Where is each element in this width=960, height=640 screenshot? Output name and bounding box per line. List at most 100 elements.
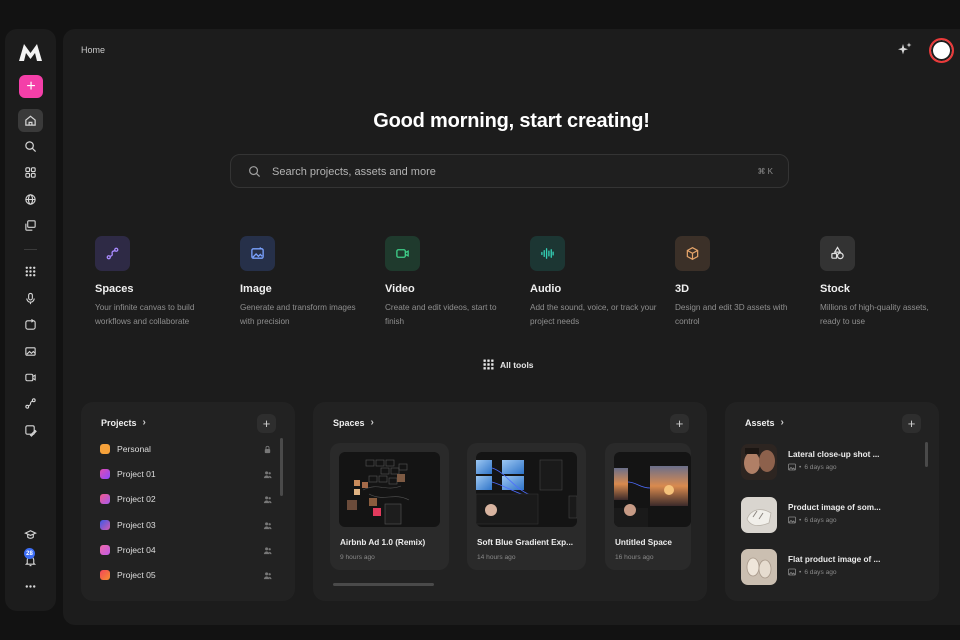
cube-icon xyxy=(675,236,710,271)
apps-icon xyxy=(25,167,36,178)
asset-title: Product image of som... xyxy=(788,503,881,512)
project-color xyxy=(100,444,110,454)
project-label: Project 02 xyxy=(117,494,156,504)
all-tools-label: All tools xyxy=(500,359,534,370)
all-tools-button[interactable]: All tools xyxy=(483,359,534,370)
add-space-button[interactable]: + xyxy=(670,414,689,433)
add-asset-button[interactable]: + xyxy=(902,414,921,433)
plus-icon: + xyxy=(26,77,36,95)
team-icon xyxy=(263,546,272,554)
grid-icon xyxy=(25,266,36,277)
search-input[interactable]: Search projects, assets and more xyxy=(272,166,436,178)
user-avatar[interactable] xyxy=(929,38,954,63)
plus-icon: + xyxy=(262,416,271,431)
project-item[interactable]: Project 02 xyxy=(100,492,272,506)
project-item[interactable]: Project 01 xyxy=(100,467,272,481)
project-item[interactable]: Personal xyxy=(100,442,272,456)
image-icon xyxy=(240,236,275,271)
space-title: Airbnb Ad 1.0 (Remix) xyxy=(340,538,426,547)
project-item[interactable]: Project 04 xyxy=(100,543,272,557)
sidebar-item-explore[interactable] xyxy=(18,188,43,211)
image-icon xyxy=(788,463,796,471)
tool-title: Audio xyxy=(530,283,562,295)
sidebar-divider xyxy=(24,249,37,250)
spaces-scrollbar[interactable] xyxy=(333,583,434,586)
sidebar-item-camera[interactable] xyxy=(18,366,43,389)
project-label: Personal xyxy=(117,444,151,454)
app-logo[interactable] xyxy=(17,41,44,63)
sidebar-item-search[interactable] xyxy=(18,135,43,158)
projects-scrollbar[interactable] xyxy=(280,438,283,496)
space-title: Untitled Space xyxy=(615,538,672,547)
image-icon xyxy=(25,347,36,356)
tool-image[interactable]: Image Generate and transform images with… xyxy=(240,236,370,329)
notification-badge: 28 xyxy=(24,548,35,559)
space-card[interactable]: Airbnb Ad 1.0 (Remix) 9 hours ago xyxy=(330,443,449,570)
page-title: Good morning, start creating! xyxy=(373,110,650,132)
sidebar-item-library[interactable] xyxy=(18,214,43,237)
add-project-button[interactable]: + xyxy=(257,414,276,433)
spaces-header[interactable]: Spaces › xyxy=(333,417,374,428)
project-item[interactable]: Project 05 xyxy=(100,568,272,582)
asset-item[interactable]: Product image of som... • 6 days ago xyxy=(741,497,921,533)
space-title: Soft Blue Gradient Exp... xyxy=(477,538,573,547)
grid-icon xyxy=(483,359,494,370)
lock-icon xyxy=(264,445,271,453)
plus-icon: + xyxy=(907,416,916,431)
tool-title: Stock xyxy=(820,283,850,295)
sidebar-item-learn[interactable] xyxy=(18,523,43,546)
tool-description: Add the sound, voice, or track your proj… xyxy=(530,303,657,326)
sidebar-item-home[interactable] xyxy=(18,109,43,132)
image-icon xyxy=(788,516,796,524)
spaces-panel: Spaces › + Airbnb Ad 1.0 (Remix) 9 hours… xyxy=(313,402,707,601)
sidebar-item-audio[interactable] xyxy=(18,287,43,310)
asset-separator: • xyxy=(799,463,802,471)
breadcrumb[interactable]: Home xyxy=(81,45,105,55)
search-bar[interactable]: Search projects, assets and more ⌘ K xyxy=(230,154,789,188)
space-card[interactable]: Untitled Space 16 hours ago xyxy=(605,443,691,570)
asset-item[interactable]: Flat product image of ... • 6 days ago xyxy=(741,549,921,585)
tool-video[interactable]: Video Create and edit videos, start to f… xyxy=(385,236,515,329)
assets-scrollbar[interactable] xyxy=(925,442,928,467)
space-card[interactable]: Soft Blue Gradient Exp... 14 hours ago xyxy=(467,443,586,570)
sidebar-item-edit[interactable] xyxy=(18,419,43,442)
tool-3d[interactable]: 3D Design and edit 3D assets with contro… xyxy=(675,236,805,329)
asset-thumbnail xyxy=(741,444,777,480)
asset-separator: • xyxy=(799,568,802,576)
main-content: Home Good morning, start creating! Searc… xyxy=(63,29,960,625)
project-color xyxy=(100,545,110,555)
space-thumbnail xyxy=(339,452,440,527)
create-button[interactable]: + xyxy=(19,75,43,98)
assets-header[interactable]: Assets › xyxy=(745,417,784,428)
tool-stock[interactable]: Stock Millions of high-quality assets, r… xyxy=(820,236,950,329)
asset-meta: • 6 days ago xyxy=(788,463,837,471)
spaces-icon xyxy=(95,236,130,271)
asset-thumbnail xyxy=(741,549,777,585)
sidebar-item-image[interactable] xyxy=(18,340,43,363)
search-shortcut: ⌘ K xyxy=(757,167,773,176)
tool-description: Create and edit videos, start to finish xyxy=(385,303,497,326)
project-label: Project 03 xyxy=(117,520,156,530)
sidebar: + 28 xyxy=(5,29,56,611)
tool-description: Design and edit 3D assets with control xyxy=(675,303,788,326)
sidebar-item-all-tools[interactable] xyxy=(18,260,43,283)
projects-header[interactable]: Projects › xyxy=(101,417,146,428)
asset-item[interactable]: Lateral close-up shot ... • 6 days ago xyxy=(741,444,921,480)
team-icon xyxy=(263,521,272,529)
microphone-icon xyxy=(26,292,35,305)
sidebar-item-more[interactable] xyxy=(18,575,43,598)
tool-description: Generate and transform images with preci… xyxy=(240,303,356,326)
sidebar-item-video-edit[interactable] xyxy=(18,313,43,336)
projects-title: Projects xyxy=(101,417,137,428)
sidebar-item-apps[interactable] xyxy=(18,161,43,184)
edit-image-icon xyxy=(25,425,37,437)
image-icon xyxy=(788,568,796,576)
project-item[interactable]: Project 03 xyxy=(100,518,272,532)
sparkle-icon[interactable] xyxy=(897,41,913,57)
asset-title: Flat product image of ... xyxy=(788,555,881,564)
tool-title: 3D xyxy=(675,283,690,295)
tool-spaces[interactable]: Spaces Your infinite canvas to build wor… xyxy=(95,236,225,329)
tool-description: Millions of high-quality assets, ready t… xyxy=(820,303,929,326)
tool-audio[interactable]: Audio Add the sound, voice, or track you… xyxy=(530,236,660,329)
sidebar-item-workflows[interactable] xyxy=(18,392,43,415)
